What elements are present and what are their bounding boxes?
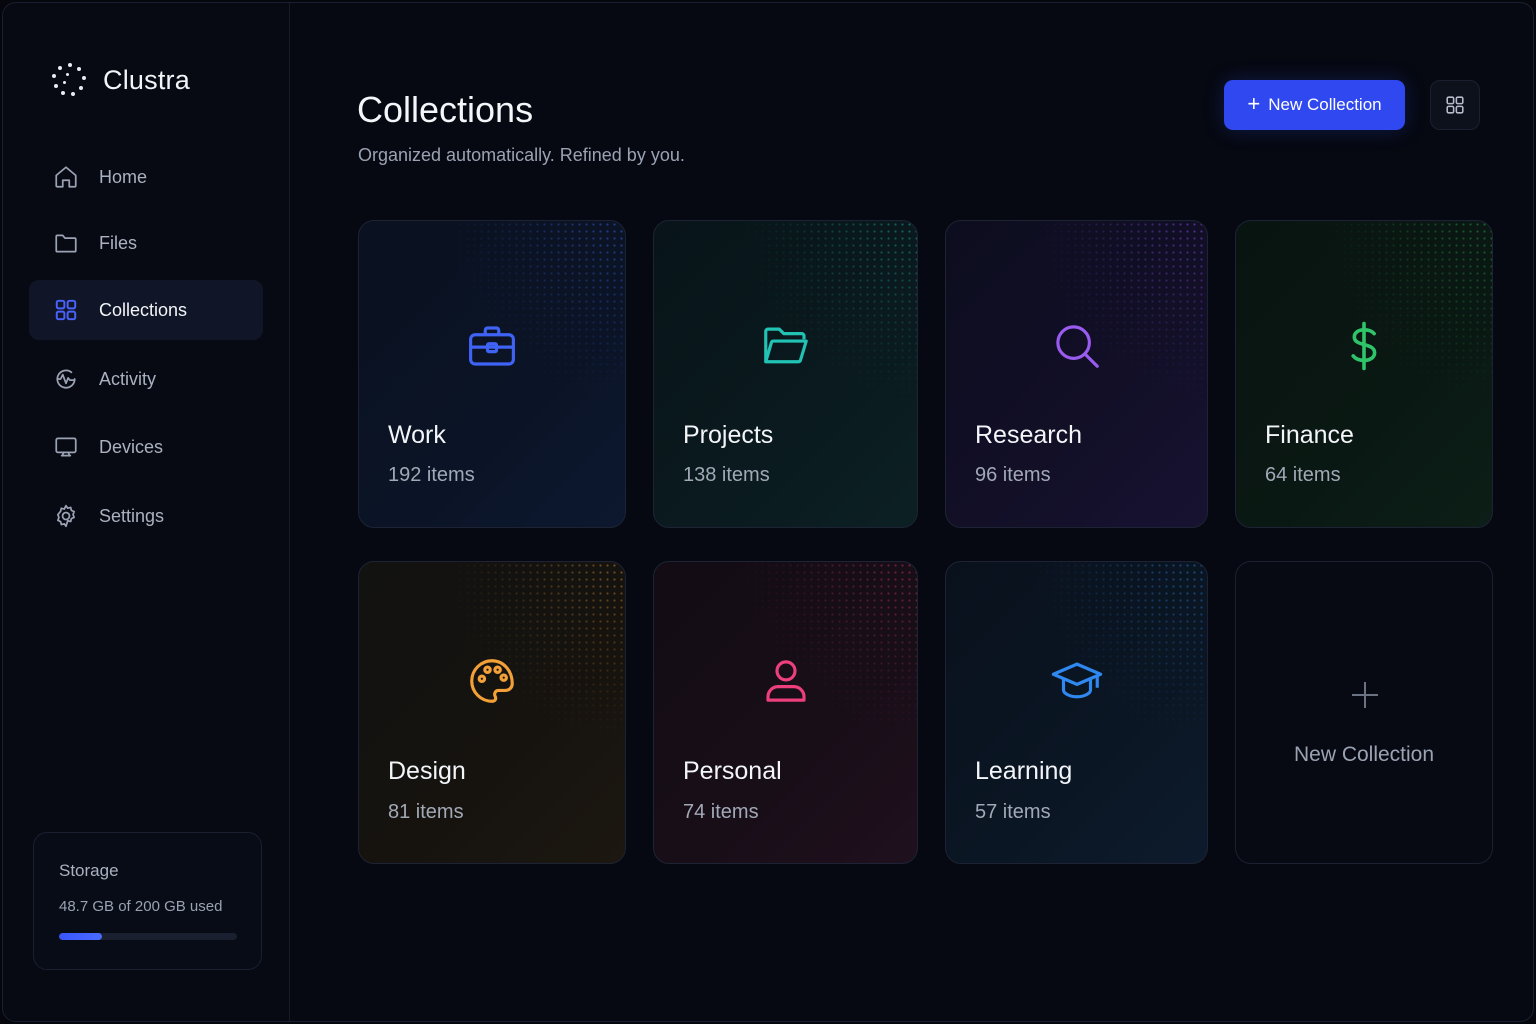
collection-card-work[interactable]: Work 192 items <box>358 220 626 528</box>
new-collection-button-label: New Collection <box>1268 95 1382 114</box>
collection-card-learning[interactable]: Learning 57 items <box>945 561 1208 864</box>
sidebar-item-label: Settings <box>99 505 165 526</box>
page-title: Collections <box>357 89 534 130</box>
app-name: Clustra <box>103 64 190 95</box>
collection-title: Work <box>388 421 446 449</box>
collection-count: 192 items <box>388 464 475 486</box>
storage-used-text: 48.7 GB of 200 GB used <box>59 898 223 915</box>
collection-card-research[interactable]: Research 96 items <box>945 220 1208 528</box>
collection-title: Learning <box>975 757 1073 785</box>
sidebar-item-collections[interactable]: Collections <box>29 280 263 340</box>
grid-view-toggle-button[interactable] <box>1430 80 1480 130</box>
palette-icon <box>470 659 514 703</box>
collection-count: 96 items <box>975 464 1051 486</box>
briefcase-icon <box>469 326 515 366</box>
monitor-icon <box>55 437 77 457</box>
user-icon <box>765 660 806 702</box>
storage-panel: Storage 48.7 GB of 200 GB used <box>33 832 262 970</box>
collection-title: Research <box>975 421 1082 449</box>
collection-title: Personal <box>683 757 782 785</box>
collection-count: 81 items <box>388 801 464 823</box>
dollar-icon <box>1351 321 1377 371</box>
collection-title: Design <box>388 757 466 785</box>
sidebar-item-devices[interactable]: Devices <box>29 417 263 477</box>
sidebar-item-activity[interactable]: Activity <box>29 349 263 409</box>
sidebar-item-settings[interactable]: Settings <box>29 486 263 546</box>
sidebar-item-label: Collections <box>99 299 188 320</box>
new-collection-card-label: New Collection <box>1293 743 1435 766</box>
collection-count: 74 items <box>683 801 759 823</box>
collection-count: 138 items <box>683 464 770 486</box>
clustra-logo-icon <box>51 59 89 101</box>
sidebar-item-label: Devices <box>99 436 164 457</box>
storage-progress-fill <box>59 933 103 940</box>
sidebar-item-home[interactable]: Home <box>29 147 263 207</box>
page-subtitle: Organized automatically. Refined by you. <box>358 145 685 165</box>
search-icon <box>1055 325 1099 368</box>
home-icon <box>55 166 77 188</box>
activity-icon <box>56 369 76 389</box>
folder-open-icon <box>763 327 808 364</box>
grid-view-icon <box>1446 96 1464 114</box>
grid-icon <box>55 299 77 321</box>
plus-icon <box>1352 682 1378 708</box>
sidebar-item-files[interactable]: Files <box>29 213 263 273</box>
storage-progress-bar <box>59 933 237 940</box>
sidebar-item-label: Activity <box>99 368 157 389</box>
storage-title: Storage <box>59 861 119 880</box>
collection-card-personal[interactable]: Personal 74 items <box>653 561 918 864</box>
collection-count: 57 items <box>975 801 1051 823</box>
sidebar-item-label: Home <box>99 166 148 187</box>
collection-title: Finance <box>1265 421 1354 449</box>
collection-card-design[interactable]: Design 81 items <box>358 561 626 864</box>
collection-card-finance[interactable]: Finance 64 items <box>1235 220 1493 528</box>
collection-card-projects[interactable]: Projects 138 items <box>653 220 918 528</box>
new-collection-button[interactable]: + New Collection <box>1224 80 1405 130</box>
new-collection-card[interactable]: New Collection <box>1235 561 1493 864</box>
folder-icon <box>55 234 77 253</box>
collection-title: Projects <box>683 421 774 449</box>
sidebar: Clustra Home Files Collections Activity … <box>3 3 290 1021</box>
collection-count: 64 items <box>1265 464 1341 486</box>
plus-icon: + <box>1247 91 1261 116</box>
sidebar-item-label: Files <box>99 232 138 253</box>
graduation-cap-icon <box>1051 662 1102 699</box>
gear-icon <box>57 504 75 528</box>
brand[interactable]: Clustra <box>51 59 190 101</box>
app-window: Clustra Home Files Collections Activity … <box>2 2 1534 1022</box>
